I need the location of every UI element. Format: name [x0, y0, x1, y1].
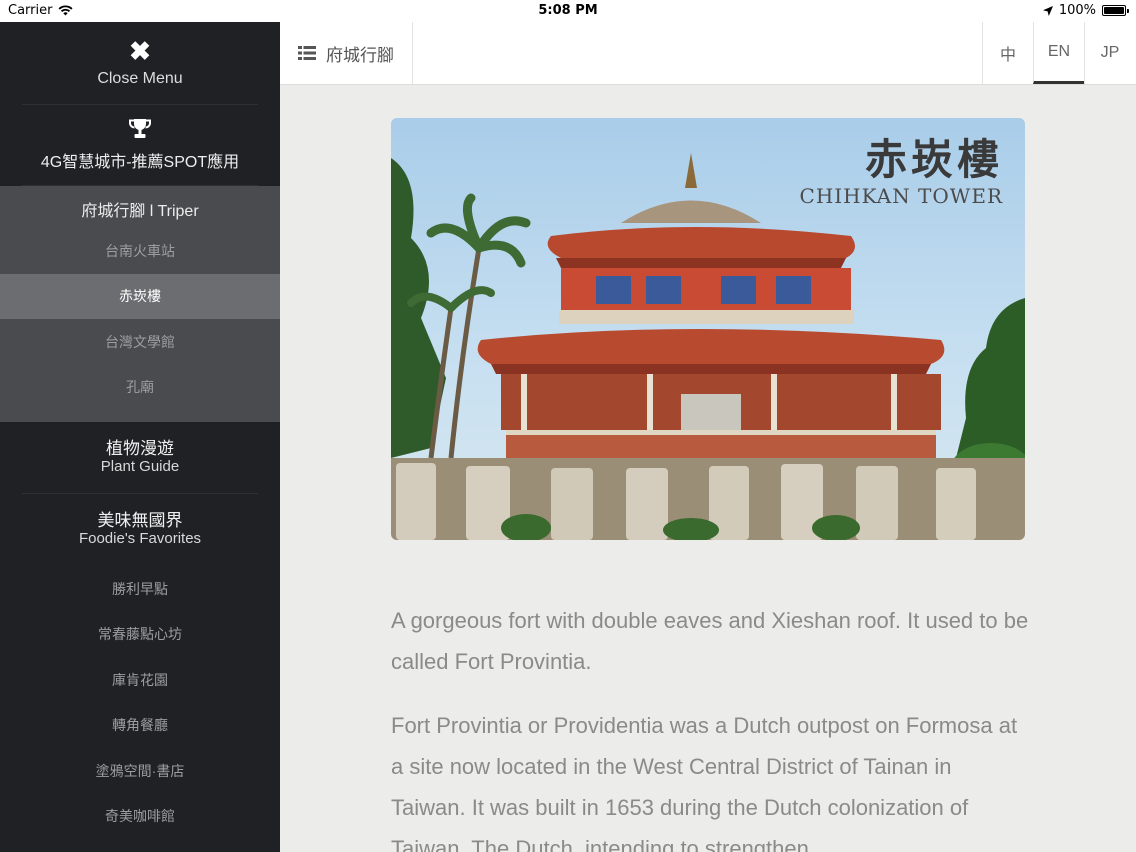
status-right: 100%: [1042, 3, 1129, 18]
triper-section: 府城行腳 l Triper 台南火車站 赤崁樓 台灣文學館 孔廟: [0, 186, 280, 422]
list-icon: [298, 46, 316, 60]
article-paragraph: A gorgeous fort with double eaves and Xi…: [391, 608, 1029, 674]
sidebar-menu: ✖ Close Menu 4G智慧城市-推薦SPOT應用 府城行腳 l Trip…: [0, 22, 280, 852]
lang-jp-button[interactable]: JP: [1084, 22, 1135, 84]
article-paragraph: Fort Provintia or Providentia was a Dutc…: [391, 713, 1018, 852]
foodie-item[interactable]: 轉角餐廳: [0, 703, 280, 749]
spot-app-link[interactable]: 4G智慧城市-推薦SPOT應用: [22, 105, 258, 186]
close-menu-label: Close Menu: [97, 70, 183, 87]
foodie-zh: 美味無國界: [97, 511, 183, 530]
menu-title: 府城行腳: [326, 45, 394, 65]
clock: 5:08 PM: [538, 3, 598, 18]
hero-image: 赤崁樓 CHIHKAN TOWER: [391, 118, 1025, 540]
triper-item-tainan-station[interactable]: 台南火車站: [0, 228, 280, 274]
battery-percent: 100%: [1058, 3, 1096, 18]
lang-zh-button[interactable]: 中: [982, 22, 1033, 84]
status-bar: Carrier 5:08 PM 100%: [0, 0, 1136, 22]
top-bar: 府城行腳 中 EN JP: [280, 22, 1136, 85]
foodie-item[interactable]: 勝利早點: [0, 566, 280, 612]
plant-guide-link[interactable]: 植物漫遊 Plant Guide: [22, 422, 258, 494]
battery-fill: [1104, 7, 1124, 14]
battery-icon: [1102, 5, 1129, 16]
article-body: A gorgeous fort with double eaves and Xi…: [391, 600, 1031, 852]
foodie-item[interactable]: 塗鴉空間·書店: [0, 748, 280, 794]
triper-item-confucius-temple[interactable]: 孔廟: [0, 365, 280, 411]
triper-title[interactable]: 府城行腳 l Triper: [0, 186, 280, 228]
triper-item-literature-museum[interactable]: 台灣文學館: [0, 319, 280, 365]
foodie-item[interactable]: 庫肯花園: [0, 657, 280, 703]
foodie-favorites-link[interactable]: 美味無國界 Foodie's Favorites: [0, 494, 280, 566]
foodie-item[interactable]: 奇美咖啡館: [0, 794, 280, 840]
foodie-item[interactable]: 常春藤點心坊: [0, 612, 280, 658]
close-menu-button[interactable]: ✖ Close Menu: [22, 22, 258, 105]
triper-item-chihkan-tower[interactable]: 赤崁樓: [0, 273, 280, 319]
content-area: 府城行腳 中 EN JP 赤崁樓 CHIHKAN TOWER A gorgeou…: [280, 22, 1136, 852]
lang-en-button[interactable]: EN: [1033, 22, 1084, 84]
trophy-icon: [129, 119, 151, 138]
menu-toggle-button[interactable]: 府城行腳: [280, 22, 413, 84]
plant-guide-en: Plant Guide: [100, 457, 180, 475]
spot-app-label: 4G智慧城市-推薦SPOT應用: [40, 154, 240, 171]
hero-title-zh: 赤崁樓: [864, 135, 1003, 184]
close-icon: ✖: [129, 36, 151, 66]
plant-guide-zh: 植物漫遊: [106, 438, 174, 458]
location-arrow-icon: [1042, 5, 1053, 16]
sidebar-divider: [22, 839, 258, 852]
hero-title-en: CHIHKAN TOWER: [799, 184, 1003, 208]
hero-title: 赤崁樓 CHIHKAN TOWER: [799, 135, 1003, 209]
foodie-en: Foodie's Favorites: [78, 530, 202, 547]
